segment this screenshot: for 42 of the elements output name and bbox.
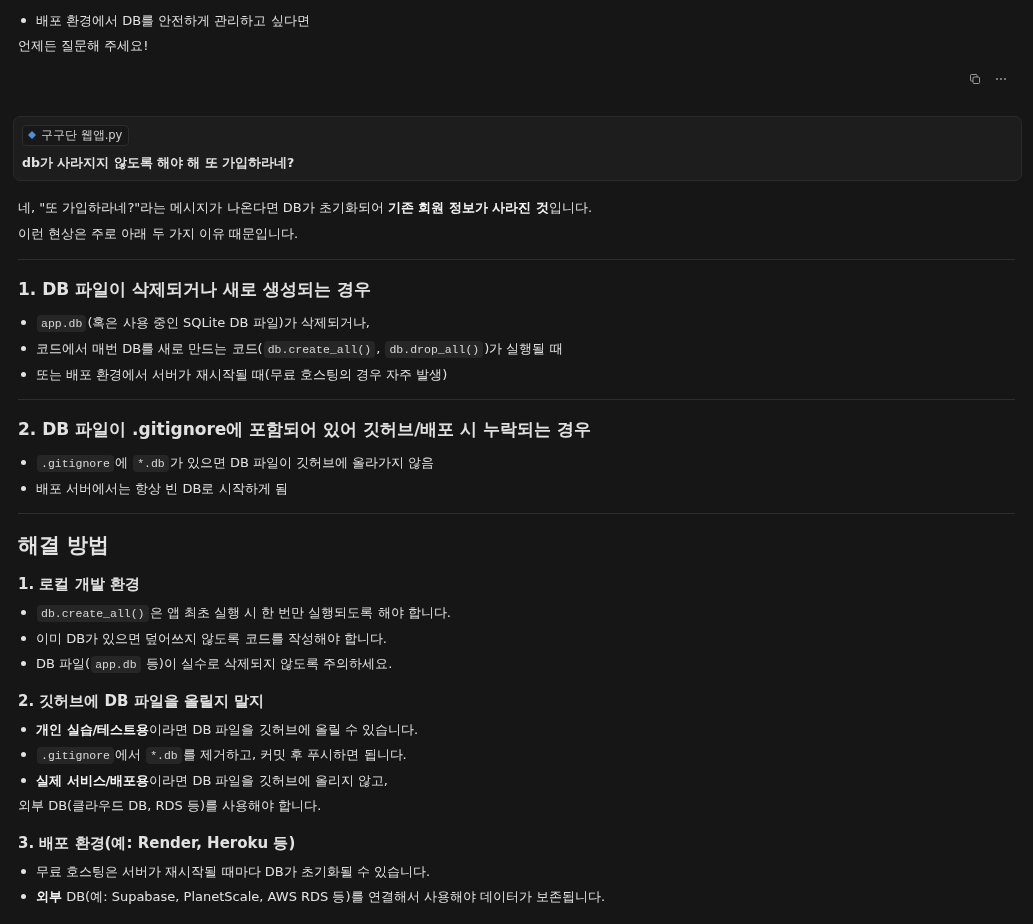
bullet-icon xyxy=(21,726,26,732)
file-attachment-chip[interactable]: 구구단 웹앱.py xyxy=(22,124,130,146)
bullet-text: 코드에서 매번 DB를 새로 만드는 코드( db.create_all() , db.drop_all() )가 실행될 때 xyxy=(36,339,563,360)
file-icon xyxy=(28,131,36,139)
bullet-icon xyxy=(21,371,26,377)
bullet-text: 이미 DB가 있으면 덮어쓰지 않도록 코드를 작성해야 합니다. xyxy=(36,629,387,648)
bullet-text: app.db (혹은 사용 중인 SQLite DB 파일)가 삭제되거나, xyxy=(36,309,370,336)
paragraph: 언제든 질문해 주세요! xyxy=(18,37,150,55)
bullet-icon xyxy=(21,18,26,23)
copy-icon[interactable] xyxy=(969,73,981,85)
bullet-icon xyxy=(21,660,26,666)
bullet-icon xyxy=(21,485,26,491)
paragraph: 이런 현상은 주로 아래 두 가지 이유 때문입니다. xyxy=(18,224,300,243)
section-heading: 1. DB 파일이 삭제되거나 새로 생성되는 경우 xyxy=(18,277,372,301)
bullet-icon xyxy=(21,635,26,641)
user-message-text: db가 사라지지 않도록 해야 해 또 가입하라네? xyxy=(22,153,296,172)
bullet-text: .gitignore 에 *.db 가 있으면 DB 파일이 깃허브에 올라가지 않음 xyxy=(36,449,435,476)
bullet-text: DB 파일( app.db 등)이 실수로 삭제되지 않도록 주의하세요. xyxy=(36,654,393,675)
paragraph: 외부 DB(클라우드 DB, RDS 등)를 사용해야 합니다. xyxy=(18,796,323,815)
bullet-icon xyxy=(21,319,26,325)
section-heading: 2. DB 파일이 .gitignore에 포함되어 있어 깃허브/배포 시 누락되는 경우 xyxy=(18,417,593,441)
subsection-heading: 1. 로컬 개발 환경 xyxy=(18,573,141,595)
subsection-heading: 2. 깃허브에 DB 파일을 올릴지 말지 xyxy=(18,690,266,712)
bullet-icon xyxy=(21,751,26,757)
bullet-text: 실제 서비스/배포용이라면 DB 파일을 깃허브에 올리지 않고, xyxy=(36,771,388,790)
bullet-text: 또는 배포 환경에서 서버가 재시작될 때(무료 호스팅의 경우 자주 발생) xyxy=(36,365,448,384)
section-heading: 해결 방법 xyxy=(18,531,111,559)
bullet-icon xyxy=(21,345,26,351)
bullet-text: 개인 실습/테스트용이라면 DB 파일을 깃허브에 올릴 수 있습니다. xyxy=(36,720,419,739)
paragraph: 네, "또 가입하라네?"라는 메시지가 나온다면 DB가 초기화되어 기존 회원 정보가 사라진 것입니다. xyxy=(18,198,594,217)
bullet-icon xyxy=(21,777,26,783)
bullet-text: 배포 서버에서는 항상 빈 DB로 시작하게 됨 xyxy=(36,479,288,498)
bullet-text: 외부 DB(예: Supabase, PlanetScale, AWS RDS 등)를 연결해서 사용해야 데이터가 보존됩니다. xyxy=(36,887,606,906)
subsection-heading: 3. 배포 환경(예: Render, Heroku 등) xyxy=(18,832,297,854)
bullet-icon xyxy=(21,609,26,615)
bullet-text: 무료 호스팅은 서버가 재시작될 때마다 DB가 초기화될 수 있습니다. xyxy=(36,862,431,881)
bullet-icon xyxy=(21,868,26,874)
bullet-text: db.create_all() 은 앱 최초 실행 시 한 번만 실행되도록 해야 합니다. xyxy=(36,599,451,626)
bullet-icon xyxy=(21,459,26,465)
bullet-text: 배포 환경에서 DB를 안전하게 관리하고 싶다면 xyxy=(36,12,310,30)
bullet-icon xyxy=(21,893,26,899)
bullet-text: .gitignore 에서 *.db 를 제거하고, 커밋 후 푸시하면 됩니다. xyxy=(36,741,407,768)
